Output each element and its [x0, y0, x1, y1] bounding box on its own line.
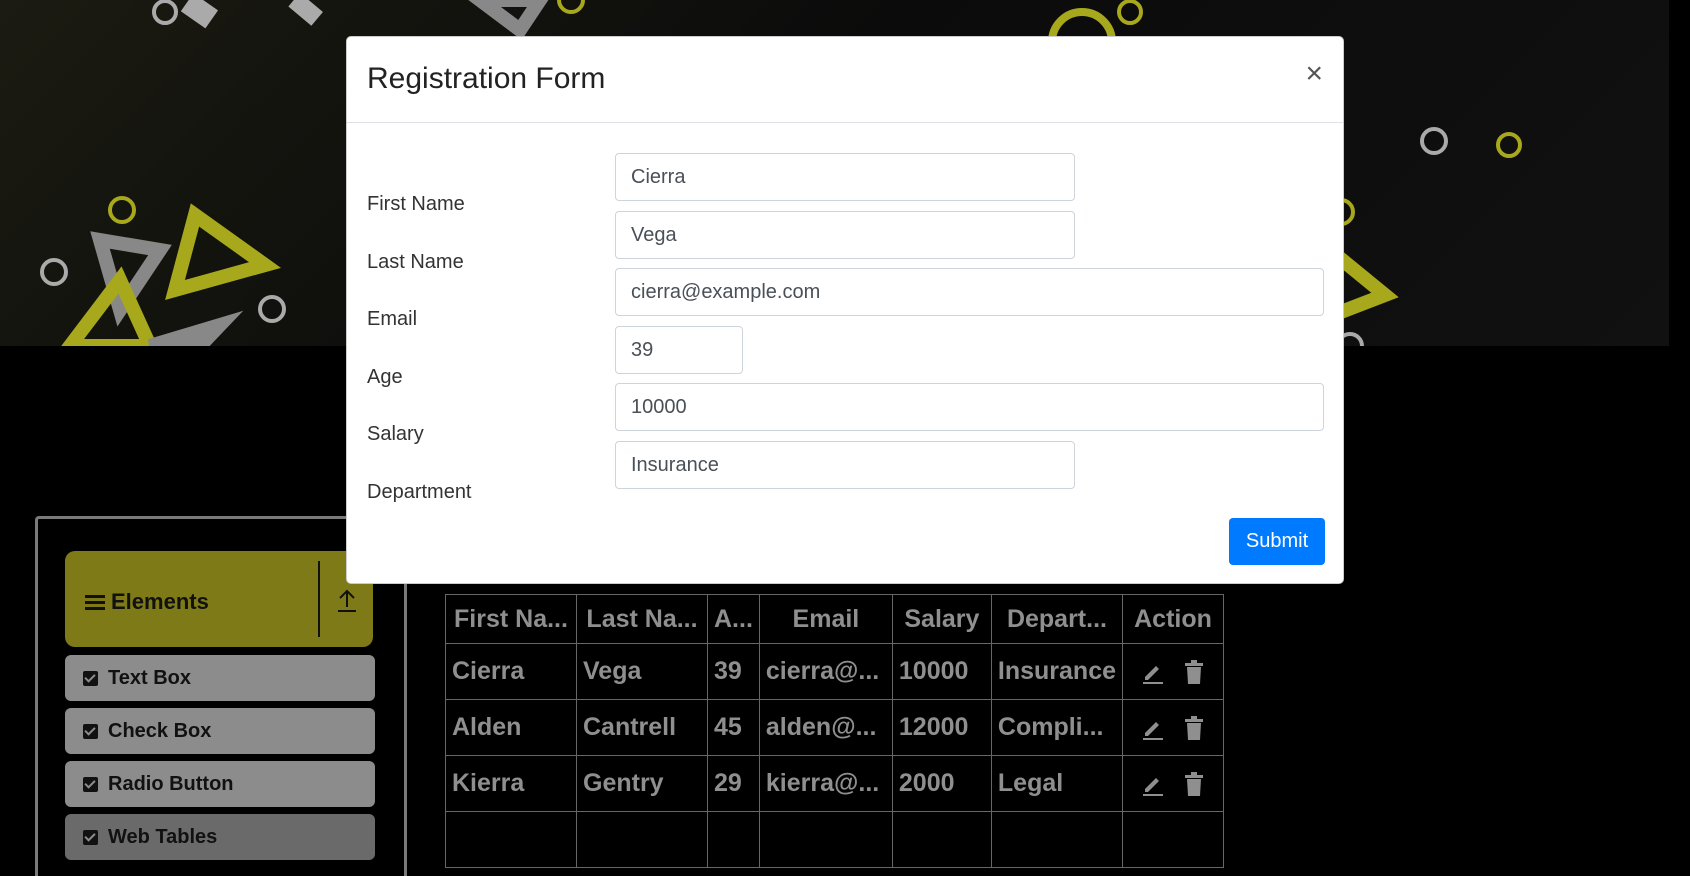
cell-first-name: Alden	[445, 699, 577, 756]
column-header-department[interactable]: Depart...	[990, 594, 1124, 644]
sidebar-group-elements[interactable]: Elements	[65, 551, 373, 647]
department-input[interactable]	[615, 441, 1075, 489]
cell-action	[1122, 755, 1225, 812]
cell-last-name: Vega	[576, 643, 708, 700]
sidebar-item-check-box[interactable]: Check Box	[65, 708, 375, 754]
column-header-email[interactable]: Email	[758, 594, 893, 644]
cell-action	[1122, 643, 1225, 700]
registration-form-modal: Registration Form × First Name Last Name…	[346, 36, 1344, 584]
sidebar-item-label: Radio Button	[108, 772, 234, 795]
checkbox-icon	[83, 776, 98, 792]
email-label: Email	[367, 308, 418, 330]
table-row: Kierra Gentry 29 kierra@... 2000 Legal	[445, 755, 1225, 812]
table-row-empty	[445, 811, 1225, 868]
sidebar-item-label: Check Box	[108, 719, 212, 742]
age-label: Age	[367, 366, 403, 388]
modal-header: Registration Form ×	[347, 37, 1343, 123]
delete-icon[interactable]	[1183, 659, 1205, 684]
cell-email: kierra@...	[758, 755, 893, 812]
group-divider	[318, 561, 320, 637]
cell-last-name: Gentry	[576, 755, 708, 812]
hamburger-icon	[85, 592, 105, 613]
edit-icon[interactable]	[1141, 716, 1165, 740]
checkbox-icon	[83, 723, 98, 739]
table-row: Alden Cantrell 45 alden@... 12000 Compli…	[445, 699, 1225, 756]
cell-email: cierra@...	[758, 643, 893, 700]
table-row: Cierra Vega 39 cierra@... 10000 Insuranc…	[445, 643, 1225, 700]
cell-email: alden@...	[758, 699, 893, 756]
cell-salary: 10000	[891, 643, 992, 700]
cell-age: 29	[707, 755, 760, 812]
sidebar-item-web-tables[interactable]: Web Tables	[65, 814, 375, 860]
delete-icon[interactable]	[1183, 715, 1205, 740]
collapse-arrow-icon[interactable]	[336, 588, 358, 614]
cell-last-name: Cantrell	[576, 699, 708, 756]
web-table: First Na... Last Na... A... Email Salary…	[445, 594, 1225, 868]
cell-salary: 12000	[891, 699, 992, 756]
column-header-age[interactable]: A...	[707, 594, 760, 644]
sidebar-item-label: Text Box	[108, 666, 191, 689]
column-header-salary[interactable]: Salary	[891, 594, 992, 644]
cell-action	[1122, 699, 1225, 756]
first-name-input[interactable]	[615, 153, 1075, 201]
column-header-first-name[interactable]: First Na...	[445, 594, 577, 644]
last-name-label: Last Name	[367, 251, 464, 273]
column-header-last-name[interactable]: Last Na...	[576, 594, 708, 644]
cell-department: Insurance	[990, 643, 1124, 700]
department-label: Department	[367, 481, 472, 503]
delete-icon[interactable]	[1183, 771, 1205, 796]
cell-department: Compli...	[990, 699, 1124, 756]
first-name-label: First Name	[367, 193, 465, 215]
age-input[interactable]	[615, 326, 743, 374]
modal-title: Registration Form	[367, 62, 606, 95]
cell-department: Legal	[990, 755, 1124, 812]
table-header-row: First Na... Last Na... A... Email Salary…	[445, 594, 1225, 644]
cell-salary: 2000	[891, 755, 992, 812]
cell-age: 45	[707, 699, 760, 756]
salary-input[interactable]	[615, 383, 1324, 431]
checkbox-icon	[83, 670, 98, 686]
cell-first-name: Cierra	[445, 643, 577, 700]
edit-icon[interactable]	[1141, 660, 1165, 684]
checkbox-icon	[83, 829, 98, 845]
cell-age: 39	[707, 643, 760, 700]
close-button[interactable]: ×	[1305, 59, 1323, 89]
edit-icon[interactable]	[1141, 772, 1165, 796]
salary-label: Salary	[367, 423, 424, 445]
sidebar-item-label: Web Tables	[108, 825, 218, 848]
sidebar-item-radio-button[interactable]: Radio Button	[65, 761, 375, 807]
group-title: Elements	[85, 589, 209, 615]
last-name-input[interactable]	[615, 211, 1075, 259]
email-input[interactable]	[615, 268, 1324, 316]
submit-button[interactable]: Submit	[1229, 518, 1325, 565]
sidebar-item-text-box[interactable]: Text Box	[65, 655, 375, 701]
group-title-label: Elements	[111, 589, 209, 614]
column-header-action[interactable]: Action	[1122, 594, 1225, 644]
cell-first-name: Kierra	[445, 755, 577, 812]
